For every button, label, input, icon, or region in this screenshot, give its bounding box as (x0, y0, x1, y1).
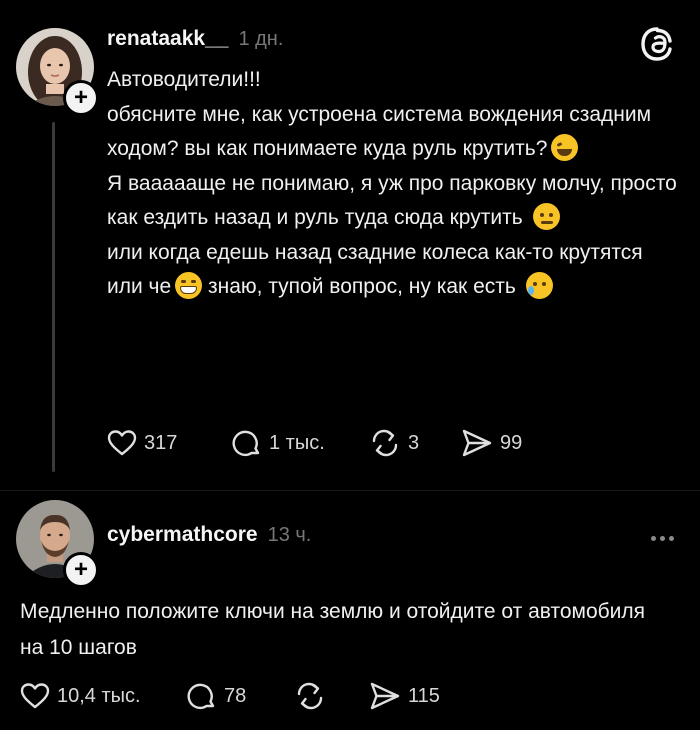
post-actions: 317 1 тыс. 3 99 (107, 428, 522, 458)
timestamp: 13 ч. (267, 524, 312, 546)
repost-button[interactable] (294, 681, 369, 711)
send-icon (462, 429, 492, 457)
text-line: знаю, тупой вопрос, ну как есть (202, 275, 516, 298)
post-header: renataakk__ 1 дн. (107, 27, 283, 51)
repost-icon (297, 682, 323, 710)
dot (651, 536, 656, 541)
comment-icon (232, 430, 260, 457)
reply-button[interactable]: 1 тыс. (232, 428, 369, 458)
text-line: Медленно положите ключи на землю и отойд… (20, 600, 646, 659)
repost-count: 3 (408, 431, 420, 454)
follow-plus-icon[interactable]: + (63, 80, 99, 116)
text-paragraph: обясните мне, как устроена система вожде… (107, 98, 677, 167)
text-line: Я ваааааще не понимаю, я уж про парковку… (107, 171, 677, 230)
share-count: 115 (408, 684, 440, 707)
like-button[interactable]: 317 (107, 429, 232, 457)
send-icon (370, 682, 400, 710)
heart-icon (107, 430, 137, 456)
more-options-icon[interactable] (651, 536, 674, 541)
comment-icon (187, 683, 215, 710)
username[interactable]: renataakk__ (107, 27, 228, 51)
reply-count: 1 тыс. (269, 431, 325, 454)
post-text: Автоводители!!! обясните мне, как устрое… (107, 63, 677, 305)
heart-icon (20, 683, 50, 709)
text-paragraph: Я ваааааще не понимаю, я уж про парковку… (107, 167, 677, 236)
post-header: cybermathcore 13 ч. (107, 523, 311, 547)
rolling-laugh-emoji (551, 134, 579, 161)
username[interactable]: cybermathcore (107, 523, 258, 547)
dot (660, 536, 665, 541)
repost-icon (372, 429, 398, 457)
like-button[interactable]: 10,4 тыс. (20, 682, 187, 710)
text-line: Автоводители!!! (107, 68, 261, 91)
grinning-squint-emoji (175, 272, 203, 299)
follow-plus-icon[interactable]: + (63, 552, 99, 588)
crying-face-emoji (525, 272, 553, 299)
like-count: 317 (144, 431, 178, 454)
share-button[interactable]: 99 (461, 428, 522, 458)
post-actions: 10,4 тыс. 78 115 (20, 681, 440, 711)
dot (669, 536, 674, 541)
share-count: 99 (500, 431, 523, 454)
thread-line (52, 122, 55, 472)
text-paragraph: или когда едешь назад сзадние колеса как… (107, 236, 677, 305)
melting-face-emoji (532, 203, 560, 230)
timestamp: 1 дн. (238, 28, 284, 50)
like-count: 10,4 тыс. (57, 684, 141, 707)
reply-count: 78 (224, 684, 247, 707)
share-button[interactable]: 115 (369, 681, 440, 711)
post-2: + cybermathcore 13 ч. Медленно положите … (0, 490, 700, 730)
post-1: + renataakk__ 1 дн. Автоводители!!! обяс… (0, 0, 700, 490)
reply-button[interactable]: 78 (187, 681, 294, 711)
repost-button[interactable]: 3 (369, 428, 461, 458)
post-text: Медленно положите ключи на землю и отойд… (20, 594, 660, 666)
